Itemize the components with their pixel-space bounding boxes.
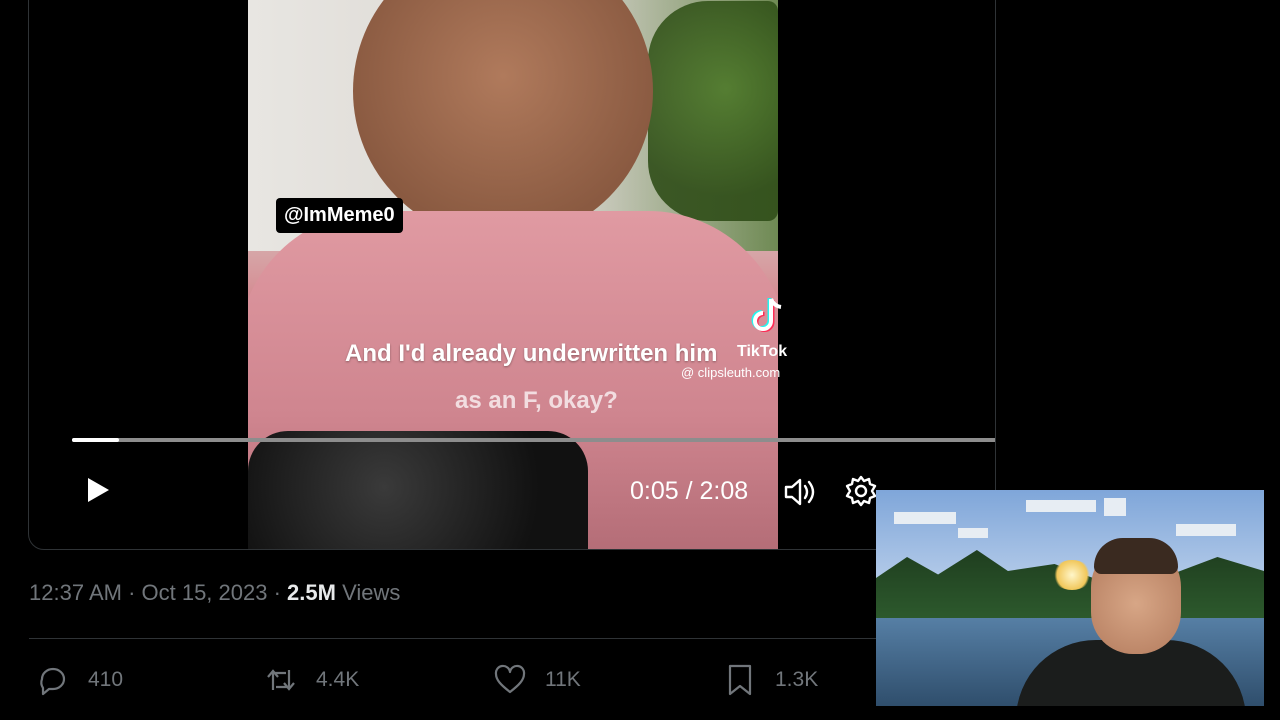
bookmark-button[interactable]: 1.3K bbox=[723, 662, 818, 698]
tiktok-watermark-label: TikTok bbox=[737, 343, 788, 360]
video-frame[interactable] bbox=[248, 0, 778, 549]
tweet-timestamp[interactable]: 12:37 AM · Oct 15, 2023 · bbox=[29, 580, 287, 605]
like-count: 11K bbox=[545, 668, 581, 691]
tweet-meta: 12:37 AM · Oct 15, 2023 · 2.5M Views bbox=[29, 580, 400, 606]
pip-person-hair bbox=[1094, 538, 1178, 574]
video-handle-overlay: @ImMeme0 bbox=[276, 198, 403, 233]
bookmark-count: 1.3K bbox=[775, 668, 819, 691]
pip-cloud bbox=[894, 512, 956, 524]
volume-icon[interactable] bbox=[783, 475, 817, 509]
reply-count: 410 bbox=[88, 668, 124, 691]
video-progress-bar[interactable] bbox=[72, 438, 995, 442]
pip-sun bbox=[1052, 560, 1092, 590]
pip-cloud bbox=[1026, 500, 1096, 512]
repost-count: 4.4K bbox=[316, 668, 360, 691]
bookmark-icon bbox=[728, 664, 752, 696]
video-caption-line2: as an F, okay? bbox=[455, 387, 618, 414]
video-progress-fill bbox=[72, 438, 119, 442]
pip-cloud bbox=[958, 528, 988, 538]
like-button[interactable]: 11K bbox=[493, 662, 581, 698]
tweet-views-label: Views bbox=[335, 580, 401, 605]
picture-in-picture-webcam[interactable] bbox=[876, 490, 1264, 706]
play-icon[interactable] bbox=[81, 474, 113, 506]
pip-cloud bbox=[1176, 524, 1236, 536]
tiktok-logo-icon bbox=[751, 298, 782, 332]
video-player[interactable]: @ImMeme0 And I'd already underwritten hi… bbox=[28, 0, 996, 550]
tweet-views-count: 2.5M bbox=[287, 580, 336, 605]
repost-icon bbox=[267, 669, 295, 691]
video-plant bbox=[648, 1, 778, 221]
video-caption-line1: And I'd already underwritten him bbox=[345, 340, 718, 367]
reply-icon bbox=[40, 667, 66, 696]
reply-button[interactable]: 410 bbox=[36, 662, 123, 698]
like-icon bbox=[494, 664, 526, 694]
tiktok-watermark-credit: @ clipsleuth.com bbox=[681, 365, 781, 380]
video-time-display: 0:05 / 2:08 bbox=[630, 477, 749, 505]
divider bbox=[29, 638, 879, 639]
repost-button[interactable]: 4.4K bbox=[264, 662, 359, 698]
settings-gear-icon[interactable] bbox=[844, 474, 878, 508]
video-microphone bbox=[248, 431, 588, 549]
pip-cloud bbox=[1104, 498, 1126, 516]
